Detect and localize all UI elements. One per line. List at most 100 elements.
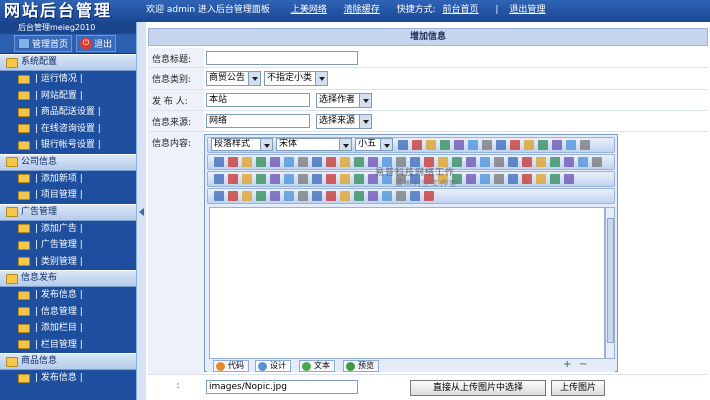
exit-button[interactable]: ⏻ 退出	[76, 35, 117, 52]
image-icon[interactable]	[340, 191, 350, 201]
list-icon[interactable]	[496, 140, 506, 150]
source-select[interactable]: 选择来源	[316, 114, 372, 129]
list-icon[interactable]	[312, 174, 322, 184]
anchor-icon[interactable]	[368, 191, 378, 201]
align-icon[interactable]	[482, 140, 492, 150]
logout-link[interactable]: 退出管理	[509, 0, 545, 20]
format-icon[interactable]	[566, 140, 576, 150]
paste-icon[interactable]	[592, 157, 602, 167]
site-link[interactable]: 上美网络	[291, 0, 327, 20]
image-icon[interactable]	[340, 157, 350, 167]
sidebar-item[interactable]: | 发布信息 |	[0, 287, 136, 304]
subcategory-select[interactable]: 不指定小类	[264, 71, 328, 86]
link-icon[interactable]	[326, 191, 336, 201]
image-icon[interactable]	[524, 140, 534, 150]
sidebar-item[interactable]: | 发布信息 |	[0, 370, 136, 387]
list-icon[interactable]	[480, 157, 490, 167]
cut-icon[interactable]	[412, 140, 422, 150]
link-icon[interactable]	[510, 140, 520, 150]
cut-icon[interactable]	[228, 174, 238, 184]
copy-icon[interactable]	[242, 157, 252, 167]
tab-preview[interactable]: 预览	[343, 360, 379, 372]
tab-design[interactable]: 设计	[255, 360, 291, 372]
category-select[interactable]: 商贸公告	[206, 71, 261, 86]
tab-text[interactable]: 文本	[299, 360, 335, 372]
sidebar-group-title[interactable]: 商品信息	[0, 353, 136, 370]
list-icon[interactable]	[480, 174, 490, 184]
table-icon[interactable]	[354, 174, 364, 184]
sidebar-group-title[interactable]: 公司信息	[0, 153, 136, 171]
align-icon[interactable]	[466, 174, 476, 184]
cut-icon[interactable]	[564, 157, 574, 167]
link-icon[interactable]	[494, 157, 504, 167]
image-icon[interactable]	[340, 174, 350, 184]
link-icon[interactable]	[326, 157, 336, 167]
sidebar-item[interactable]: | 网站配置 |	[0, 88, 136, 105]
sidebar-item[interactable]: | 商品配送设置 |	[0, 104, 136, 121]
cut-icon[interactable]	[228, 191, 238, 201]
collapse-arrow-icon[interactable]	[139, 208, 144, 216]
sidebar-splitter[interactable]	[136, 22, 146, 400]
undo-icon[interactable]	[270, 157, 280, 167]
table-icon[interactable]	[522, 174, 532, 184]
paste-icon[interactable]	[256, 174, 266, 184]
copy-icon[interactable]	[410, 191, 420, 201]
sidebar-group-title[interactable]: 广告管理	[0, 203, 136, 221]
tab-code[interactable]: 代码	[213, 360, 249, 372]
sidebar-item[interactable]: | 栏目管理 |	[0, 337, 136, 354]
image-icon[interactable]	[508, 157, 518, 167]
zoom-in-icon[interactable]: +	[563, 360, 572, 370]
format-icon[interactable]	[214, 157, 224, 167]
anchor-icon[interactable]	[536, 174, 546, 184]
scrollbar-thumb[interactable]	[607, 218, 614, 343]
author-input[interactable]: 本站	[206, 93, 310, 107]
clear-cache-link[interactable]: 清除缓存	[344, 0, 380, 20]
sidebar-item[interactable]: | 添加栏目 |	[0, 320, 136, 337]
format-icon[interactable]	[214, 174, 224, 184]
copy-icon[interactable]	[578, 157, 588, 167]
cut-icon[interactable]	[396, 191, 406, 201]
title-input[interactable]	[206, 51, 358, 65]
format-icon[interactable]	[550, 157, 560, 167]
editor-content-area[interactable]	[209, 207, 605, 359]
copy-icon[interactable]	[426, 140, 436, 150]
upload-image-button[interactable]: 上传图片	[551, 380, 605, 396]
font-select[interactable]: 宋体	[276, 138, 352, 151]
admin-home-button[interactable]: 管理首页	[14, 35, 73, 52]
sidebar-item[interactable]: | 类别管理 |	[0, 254, 136, 271]
redo-icon[interactable]	[284, 157, 294, 167]
link-icon[interactable]	[494, 174, 504, 184]
undo-icon[interactable]	[270, 191, 280, 201]
table-icon[interactable]	[538, 140, 548, 150]
image-icon[interactable]	[508, 174, 518, 184]
sidebar-item[interactable]: | 添加新项 |	[0, 171, 136, 188]
copy-icon[interactable]	[242, 174, 252, 184]
anchor-icon[interactable]	[552, 140, 562, 150]
cut-icon[interactable]	[228, 157, 238, 167]
list-icon[interactable]	[312, 191, 322, 201]
align-icon[interactable]	[466, 157, 476, 167]
cut-icon[interactable]	[564, 174, 574, 184]
format-icon[interactable]	[550, 174, 560, 184]
sidebar-item[interactable]: | 项目管理 |	[0, 187, 136, 204]
table-icon[interactable]	[354, 191, 364, 201]
paste-icon[interactable]	[256, 191, 266, 201]
paste-icon[interactable]	[424, 191, 434, 201]
sidebar-item[interactable]: | 银行帐号设置 |	[0, 137, 136, 154]
align-icon[interactable]	[298, 174, 308, 184]
redo-icon[interactable]	[468, 140, 478, 150]
sidebar-item[interactable]: | 广告管理 |	[0, 237, 136, 254]
source-input[interactable]: 网络	[206, 114, 310, 128]
sidebar-item[interactable]: | 在线咨询设置 |	[0, 121, 136, 138]
redo-icon[interactable]	[284, 174, 294, 184]
list-icon[interactable]	[312, 157, 322, 167]
font-size-select[interactable]: 小五	[355, 138, 393, 151]
anchor-icon[interactable]	[536, 157, 546, 167]
author-select[interactable]: 选择作者	[316, 93, 372, 108]
sidebar-group-title[interactable]: 信息发布	[0, 270, 136, 287]
format-icon[interactable]	[214, 191, 224, 201]
paste-icon[interactable]	[256, 157, 266, 167]
format-icon[interactable]	[382, 191, 392, 201]
undo-icon[interactable]	[454, 140, 464, 150]
cut-icon[interactable]	[580, 140, 590, 150]
